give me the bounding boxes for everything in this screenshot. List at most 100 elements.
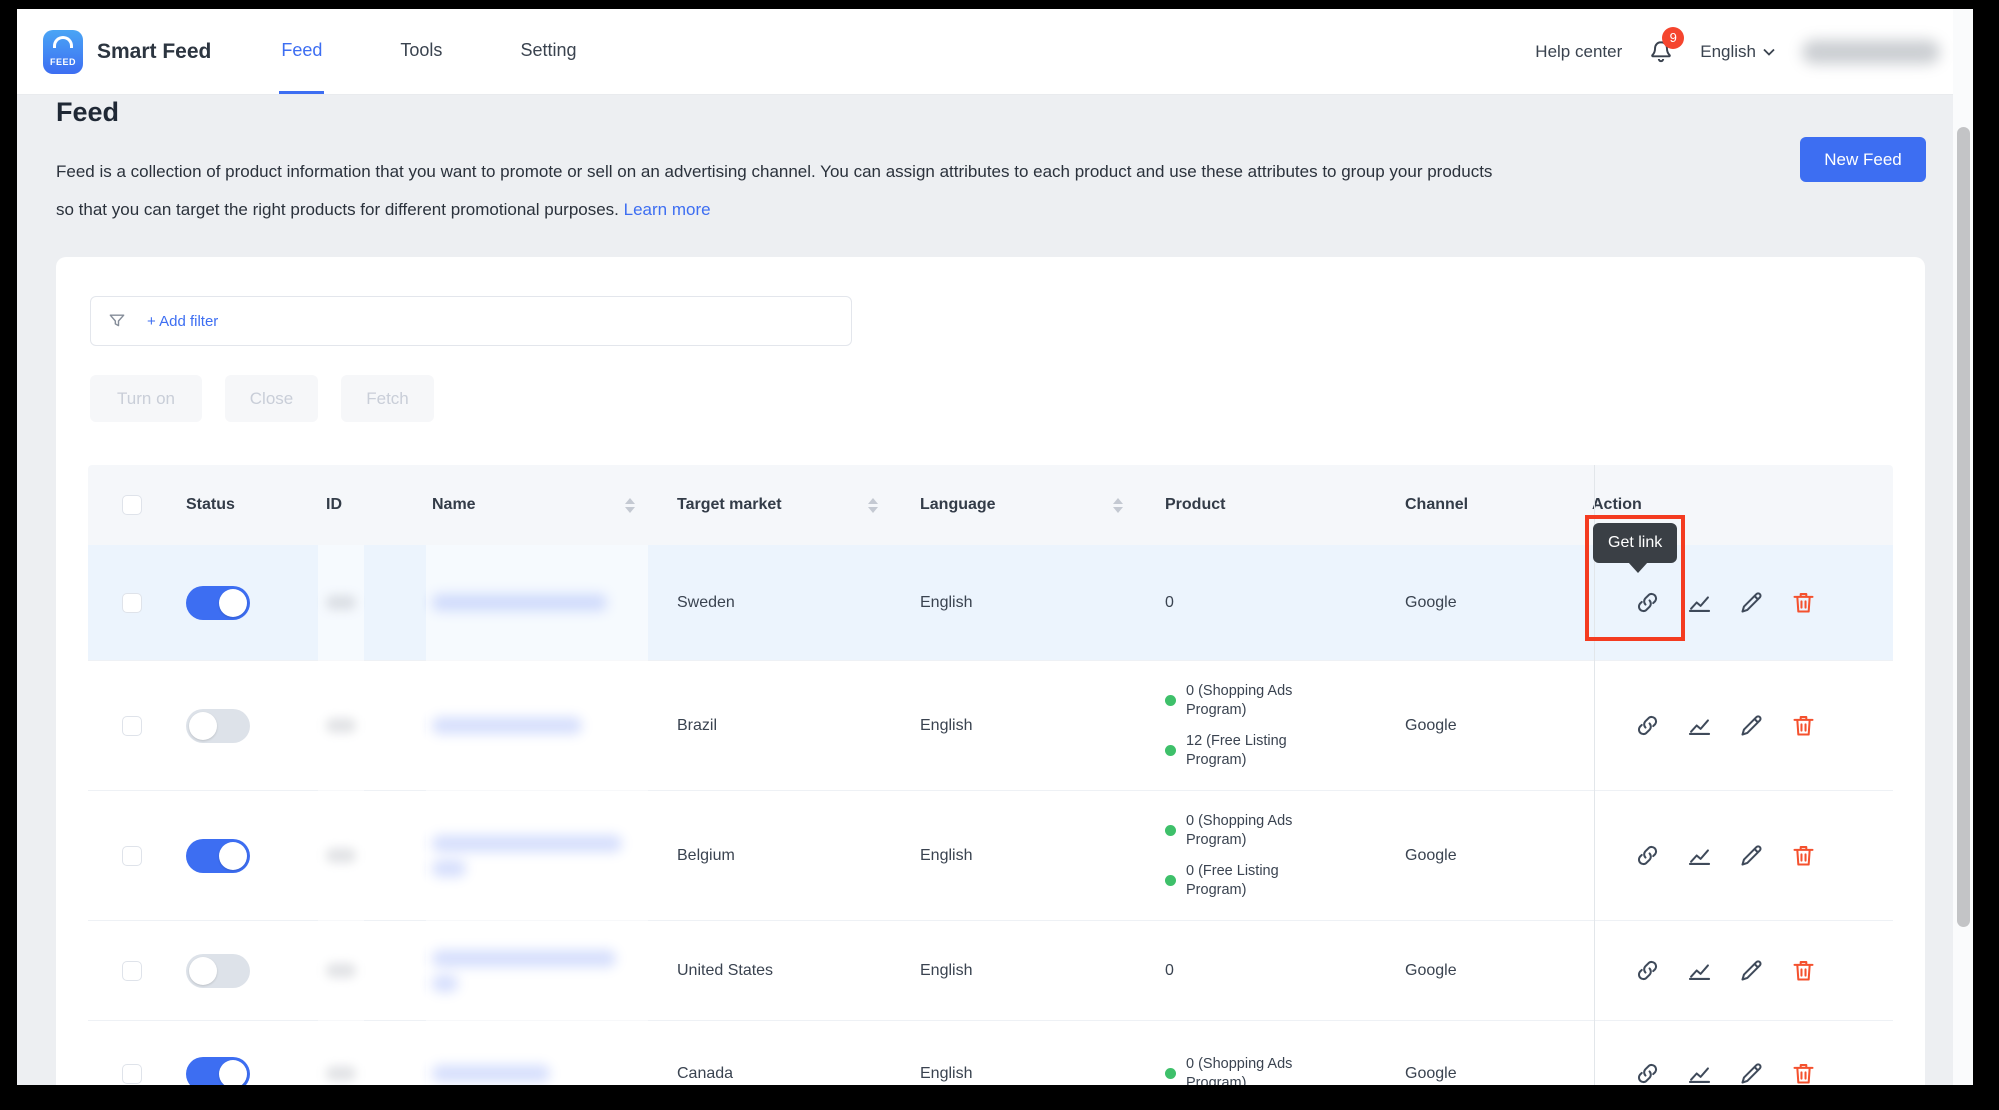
get-link-icon[interactable] [1634, 1060, 1661, 1085]
row-actions [1592, 589, 1893, 616]
target-market-value: Belgium [677, 847, 920, 865]
column-header-channel: Channel [1405, 496, 1592, 514]
status-toggle[interactable] [186, 1057, 250, 1086]
report-chart-icon[interactable] [1686, 712, 1713, 739]
page-title: Feed [56, 97, 119, 128]
edit-pencil-icon[interactable] [1738, 712, 1765, 739]
edit-pencil-icon[interactable] [1738, 1060, 1765, 1085]
name-redacted-link[interactable] [432, 950, 616, 967]
name-redacted-link[interactable] [432, 860, 466, 877]
sort-icons-target-market[interactable] [868, 498, 878, 513]
id-redacted [326, 963, 356, 978]
report-chart-icon[interactable] [1686, 957, 1713, 984]
row-checkbox[interactable] [122, 846, 142, 866]
report-chart-icon[interactable] [1686, 1060, 1713, 1085]
product-program-text: 0 (Shopping Ads Program) [1186, 812, 1308, 850]
status-toggle[interactable] [186, 839, 250, 873]
product-program-text: 0 (Shopping Ads Program) [1186, 682, 1308, 720]
status-toggle[interactable] [186, 954, 250, 988]
column-header-action: Action [1592, 496, 1893, 514]
tab-tools[interactable]: Tools [398, 9, 444, 94]
name-redacted-link[interactable] [432, 1065, 550, 1082]
name-redacted-link[interactable] [432, 975, 458, 992]
new-feed-button[interactable]: New Feed [1800, 137, 1926, 182]
target-market-value: Canada [677, 1065, 920, 1083]
status-dot-green [1165, 695, 1176, 706]
delete-trash-icon[interactable] [1790, 842, 1817, 869]
language-selector[interactable]: English [1700, 42, 1776, 62]
delete-trash-icon[interactable] [1790, 957, 1817, 984]
delete-trash-icon[interactable] [1790, 589, 1817, 616]
funnel-icon [107, 311, 127, 331]
name-redacted-link[interactable] [432, 717, 582, 734]
scrollbar-track[interactable] [1953, 9, 1973, 1085]
table-row: United States English 0 Google [88, 920, 1893, 1020]
product-programs: 0 (Shopping Ads Program) 0 (Free Listing… [1165, 812, 1405, 900]
notification-bell[interactable]: 9 [1648, 39, 1674, 65]
get-link-icon[interactable] [1634, 957, 1661, 984]
column-header-target-market: Target market [677, 496, 920, 514]
name-redacted-link[interactable] [432, 594, 607, 611]
scrollbar-thumb[interactable] [1957, 127, 1970, 927]
language-value: English [920, 717, 1165, 735]
status-dot-green [1165, 875, 1176, 886]
language-value: English [920, 847, 1165, 865]
tab-feed[interactable]: Feed [279, 9, 324, 94]
language-label: English [1700, 42, 1756, 62]
sort-icons-language[interactable] [1113, 498, 1123, 513]
status-toggle[interactable] [186, 709, 250, 743]
learn-more-link[interactable]: Learn more [624, 200, 711, 219]
table-row: Belgium English 0 (Shopping Ads Program)… [88, 790, 1893, 920]
product-programs: 0 (Shopping Ads Program) [1165, 1055, 1405, 1086]
delete-trash-icon[interactable] [1790, 1060, 1817, 1085]
status-dot-green [1165, 1068, 1176, 1079]
add-filter-button[interactable]: + Add filter [147, 313, 218, 330]
close-button[interactable]: Close [225, 375, 318, 422]
username-redacted[interactable] [1802, 40, 1940, 64]
row-actions [1592, 957, 1893, 984]
channel-value: Google [1405, 847, 1592, 865]
id-redacted [326, 1066, 356, 1081]
row-checkbox[interactable] [122, 593, 142, 613]
filter-bar[interactable]: + Add filter [90, 296, 852, 346]
fetch-button[interactable]: Fetch [341, 375, 434, 422]
get-link-icon[interactable] [1634, 842, 1661, 869]
product-count: 0 [1165, 962, 1174, 979]
navbar-right: Help center 9 English [1535, 39, 1940, 65]
product-program-text: 0 (Free Listing Program) [1186, 862, 1308, 900]
row-checkbox[interactable] [122, 1064, 142, 1084]
language-value: English [920, 594, 1165, 612]
nav-tabs: Feed Tools Setting [279, 9, 578, 94]
turn-on-button[interactable]: Turn on [90, 375, 202, 422]
status-dot-green [1165, 745, 1176, 756]
help-center-link[interactable]: Help center [1535, 42, 1622, 62]
report-chart-icon[interactable] [1686, 589, 1713, 616]
sort-icons-name[interactable] [625, 498, 635, 513]
name-redacted-link[interactable] [432, 835, 622, 852]
table-row: Canada English 0 (Shopping Ads Program) … [88, 1020, 1893, 1085]
get-link-icon[interactable] [1634, 712, 1661, 739]
language-value: English [920, 1065, 1165, 1083]
brand-title: Smart Feed [97, 40, 211, 64]
get-link-icon[interactable] [1634, 589, 1661, 616]
delete-trash-icon[interactable] [1790, 712, 1817, 739]
tab-setting[interactable]: Setting [518, 9, 578, 94]
row-checkbox[interactable] [122, 716, 142, 736]
column-header-status: Status [186, 496, 326, 514]
product-count: 0 [1165, 594, 1174, 611]
channel-value: Google [1405, 717, 1592, 735]
edit-pencil-icon[interactable] [1738, 957, 1765, 984]
channel-value: Google [1405, 962, 1592, 980]
status-toggle[interactable] [186, 586, 250, 620]
select-all-checkbox[interactable] [122, 495, 142, 515]
id-redacted [326, 848, 356, 863]
page-description: Feed is a collection of product informat… [56, 153, 1761, 229]
app-logo[interactable]: FEED [43, 30, 83, 74]
edit-pencil-icon[interactable] [1738, 589, 1765, 616]
column-header-id: ID [326, 496, 432, 514]
report-chart-icon[interactable] [1686, 842, 1713, 869]
id-redacted [326, 595, 356, 610]
edit-pencil-icon[interactable] [1738, 842, 1765, 869]
id-redacted [326, 718, 356, 733]
row-checkbox[interactable] [122, 961, 142, 981]
